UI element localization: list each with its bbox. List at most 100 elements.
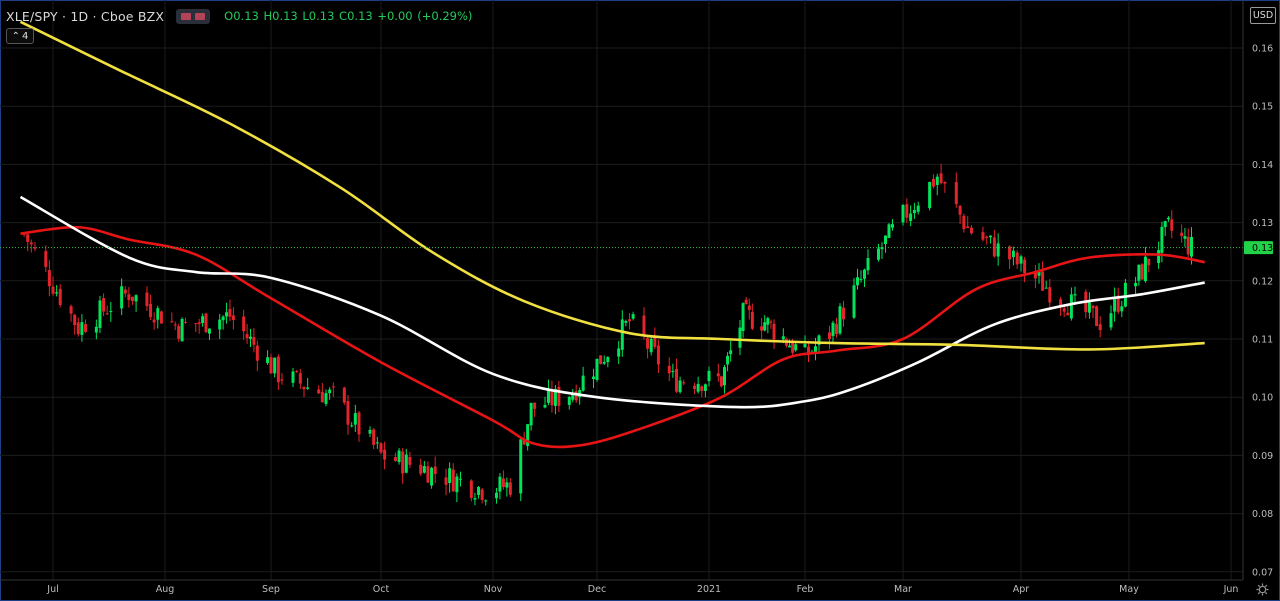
candle-body <box>375 442 379 444</box>
candle-body <box>1073 294 1077 296</box>
candle-body <box>763 322 767 331</box>
candle-body <box>970 227 974 234</box>
gear-icon[interactable] <box>1256 583 1269 596</box>
candle-body <box>788 345 792 348</box>
candle-body <box>954 182 958 205</box>
candle-body <box>656 345 660 365</box>
settings-icon[interactable] <box>195 12 206 20</box>
candle-body <box>105 313 109 315</box>
candle-body <box>719 376 723 387</box>
candle-body <box>98 300 102 328</box>
x-tick-label: Nov <box>484 584 503 595</box>
candle-body <box>130 296 134 302</box>
candle-body <box>1066 312 1070 316</box>
studies-toggle[interactable]: ⌃ 4 <box>6 28 34 44</box>
candle-body <box>905 204 909 218</box>
candle-body <box>1163 221 1167 228</box>
candle-body <box>831 322 835 337</box>
candle-body <box>557 386 561 406</box>
candle-body <box>1048 287 1052 303</box>
candle-body <box>592 376 596 380</box>
candle-body <box>201 316 205 324</box>
candle-body <box>794 344 798 351</box>
candle-body <box>177 326 181 339</box>
candle-body <box>228 308 232 317</box>
candle-body <box>368 429 372 434</box>
candle-body <box>992 237 996 257</box>
candle-body <box>574 391 578 401</box>
candle-body <box>716 373 720 377</box>
candle-body <box>94 326 98 333</box>
candle-body <box>646 338 650 349</box>
candle-body <box>1044 287 1048 289</box>
candle-body <box>884 235 887 244</box>
price-chart[interactable]: 0.13 0.16 0.15 0.14 0.13 0.12 0.11 0.10 0.09 0.0… <box>0 0 1280 601</box>
candle-body <box>595 358 599 380</box>
candle-body <box>120 286 124 309</box>
candle-body <box>73 314 77 326</box>
candle-body <box>912 209 916 214</box>
candle-body <box>543 404 547 408</box>
candle-body <box>989 235 993 238</box>
candle-body <box>1087 302 1091 313</box>
candle-body <box>674 368 678 392</box>
candle-body <box>328 389 332 394</box>
candle-body <box>379 443 383 453</box>
candle-body <box>295 371 299 373</box>
candle-body <box>671 370 675 372</box>
candle-body <box>682 382 686 384</box>
candle-body <box>173 324 177 326</box>
candle-body <box>280 379 284 381</box>
candle-body <box>943 181 947 184</box>
candle-body <box>856 277 859 286</box>
candle-body <box>455 476 459 493</box>
x-tick-label: Apr <box>1013 584 1030 595</box>
candle-body <box>170 321 174 323</box>
candle-body <box>741 303 745 332</box>
candle-body <box>1183 236 1187 239</box>
ohlc-values: O0.13 H0.13 L0.13 C0.13 +0.00 (+0.29%) <box>224 9 473 23</box>
candle-body <box>835 323 838 334</box>
candle-body <box>1023 259 1027 274</box>
grid <box>0 0 1243 580</box>
candle-body <box>55 292 59 294</box>
legend-buttons[interactable] <box>176 8 211 24</box>
x-tick-label: Jul <box>46 584 58 595</box>
candle-body <box>1140 264 1144 280</box>
candle-body <box>828 332 831 340</box>
candle-body <box>1166 217 1170 220</box>
candle-body <box>484 500 488 502</box>
candle-body <box>599 355 603 365</box>
candle-body <box>218 319 222 330</box>
candle-body <box>939 173 943 184</box>
candle-body <box>620 319 624 350</box>
candle-body <box>649 338 653 353</box>
candle-body <box>667 365 671 374</box>
candle-body <box>617 348 621 357</box>
symbol-title[interactable]: XLE/SPY · 1D · Cboe BZX <box>6 9 164 24</box>
candle-body <box>571 394 575 400</box>
candle-body <box>1091 305 1095 309</box>
candle-body <box>1190 236 1194 257</box>
candle-body <box>859 279 863 281</box>
candle-body <box>397 450 401 463</box>
x-tick-label: Jun <box>1223 584 1239 595</box>
candle-body <box>29 242 33 245</box>
candle-body <box>207 328 211 334</box>
candle-body <box>505 482 509 488</box>
candle-body <box>76 322 80 335</box>
candle-body <box>1041 271 1045 291</box>
candle-body <box>419 464 423 474</box>
y-tick-label: 0.13 <box>1252 218 1273 229</box>
candle-body <box>533 402 537 409</box>
candle-body <box>838 306 842 334</box>
candle-body <box>1157 250 1161 264</box>
candle-body <box>962 215 966 230</box>
candle-body <box>331 386 335 388</box>
candle-body <box>498 476 502 492</box>
eye-icon[interactable] <box>181 12 192 20</box>
currency-button[interactable]: USD <box>1250 7 1276 24</box>
candle-body <box>231 315 235 320</box>
x-tick-label: Oct <box>373 584 390 595</box>
candle-body <box>51 286 55 294</box>
